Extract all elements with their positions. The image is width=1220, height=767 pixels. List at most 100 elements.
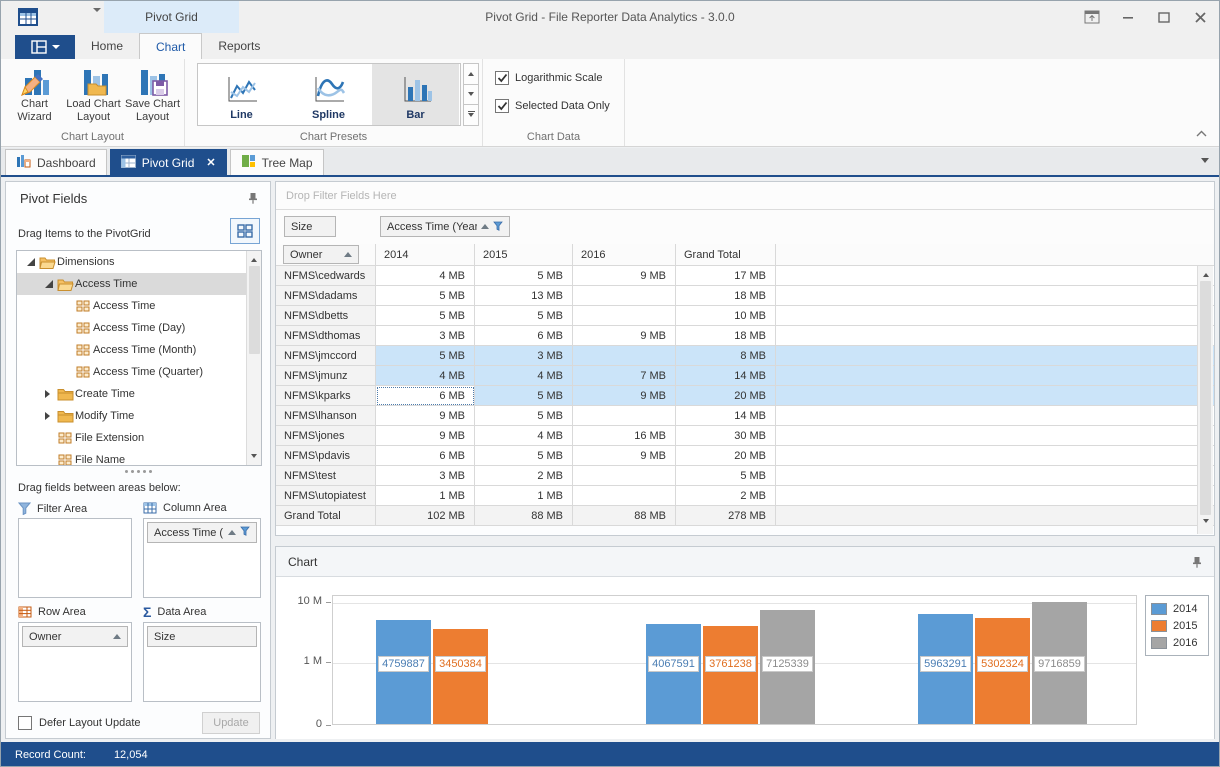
document-tab-dashboard[interactable]: Dashboard bbox=[5, 149, 107, 175]
tree-item-file-name[interactable]: File Name bbox=[17, 449, 261, 466]
quick-access-toolbar-arrow-icon[interactable] bbox=[93, 12, 104, 21]
preset-bar-button[interactable]: Bar bbox=[372, 64, 459, 125]
value-cell[interactable] bbox=[573, 466, 676, 486]
gallery-dropdown-button[interactable] bbox=[463, 105, 479, 126]
tree-item-access-time-month-[interactable]: Access Time (Month) bbox=[17, 339, 261, 361]
value-cell[interactable]: 7 MB bbox=[573, 366, 676, 386]
expand-open-icon[interactable] bbox=[25, 258, 37, 266]
maximize-button[interactable] bbox=[1153, 6, 1175, 28]
value-cell[interactable]: 3 MB bbox=[376, 326, 475, 346]
preset-spline-button[interactable]: Spline bbox=[285, 64, 372, 125]
value-cell[interactable]: 1 MB bbox=[376, 486, 475, 506]
value-cell[interactable]: 14 MB bbox=[676, 406, 776, 426]
pin-icon[interactable] bbox=[1192, 556, 1202, 571]
scroll-up-icon[interactable] bbox=[1198, 266, 1213, 281]
value-cell[interactable]: 14 MB bbox=[676, 366, 776, 386]
chart-bar-2014[interactable] bbox=[376, 620, 431, 724]
chart-bar-2014[interactable] bbox=[646, 624, 701, 724]
expand-closed-icon[interactable] bbox=[43, 412, 55, 420]
row-header-cell[interactable]: NFMS\jmunz bbox=[276, 366, 376, 386]
value-cell[interactable]: 10 MB bbox=[676, 306, 776, 326]
value-cell[interactable]: 18 MB bbox=[676, 286, 776, 306]
value-cell[interactable]: 18 MB bbox=[676, 326, 776, 346]
application-menu-button[interactable] bbox=[15, 35, 75, 59]
chart-bar-2015[interactable] bbox=[433, 629, 488, 724]
value-cell[interactable]: 3 MB bbox=[376, 466, 475, 486]
row-header-cell[interactable]: NFMS\test bbox=[276, 466, 376, 486]
value-cell[interactable]: 88 MB bbox=[573, 506, 676, 526]
checkbox-selected-data-only[interactable]: Selected Data Only bbox=[495, 99, 610, 113]
panel-splitter[interactable] bbox=[6, 470, 270, 473]
filter-drop-zone[interactable]: Drop Filter Fields Here bbox=[276, 182, 1214, 210]
field-list-layout-button[interactable] bbox=[230, 218, 260, 244]
row-header-cell[interactable]: Grand Total bbox=[276, 506, 376, 526]
ribbon-tab-home[interactable]: Home bbox=[75, 33, 139, 59]
field-chip-owner[interactable]: Owner bbox=[22, 626, 128, 647]
row-header-cell[interactable]: NFMS\kparks bbox=[276, 386, 376, 406]
value-cell[interactable]: 5 MB bbox=[676, 466, 776, 486]
row-header-cell[interactable]: NFMS\lhanson bbox=[276, 406, 376, 426]
value-cell[interactable]: 2 MB bbox=[676, 486, 776, 506]
field-chip-access-time-[interactable]: Access Time (... bbox=[147, 522, 257, 543]
filter-icon[interactable] bbox=[240, 526, 250, 540]
value-cell[interactable]: 278 MB bbox=[676, 506, 776, 526]
row-header-cell[interactable]: NFMS\cedwards bbox=[276, 266, 376, 286]
value-cell[interactable] bbox=[573, 286, 676, 306]
column-header-cell[interactable]: 2015 bbox=[475, 244, 573, 266]
value-cell[interactable] bbox=[573, 486, 676, 506]
scroll-up-icon[interactable] bbox=[247, 251, 261, 266]
value-cell[interactable]: 5 MB bbox=[475, 386, 573, 406]
row-header-cell[interactable]: NFMS\dbetts bbox=[276, 306, 376, 326]
load-chart-layout-button[interactable]: Load Chart Layout bbox=[64, 62, 123, 124]
value-cell[interactable]: 8 MB bbox=[676, 346, 776, 366]
tree-item-access-time[interactable]: Access Time bbox=[17, 295, 261, 317]
column-area-box[interactable]: Access Time (... bbox=[143, 518, 261, 598]
value-cell[interactable]: 2 MB bbox=[475, 466, 573, 486]
grid-vertical-scrollbar[interactable] bbox=[1197, 266, 1213, 534]
checkbox-logarithmic-scale[interactable]: Logarithmic Scale bbox=[495, 71, 602, 85]
row-header-cell[interactable]: NFMS\dthomas bbox=[276, 326, 376, 346]
data-field-chip[interactable]: Size bbox=[284, 216, 336, 237]
close-button[interactable] bbox=[1189, 6, 1211, 28]
chart-wizard-button[interactable]: Chart Wizard bbox=[5, 62, 64, 124]
value-cell[interactable]: 9 MB bbox=[376, 406, 475, 426]
value-cell[interactable]: 88 MB bbox=[475, 506, 573, 526]
row-header-cell[interactable]: NFMS\dadams bbox=[276, 286, 376, 306]
expand-closed-icon[interactable] bbox=[43, 390, 55, 398]
value-cell[interactable]: 4 MB bbox=[475, 426, 573, 446]
value-cell[interactable]: 5 MB bbox=[376, 306, 475, 326]
document-tab-tree-map[interactable]: Tree Map bbox=[230, 149, 324, 175]
column-header-cell[interactable]: Grand Total bbox=[676, 244, 776, 266]
value-cell[interactable] bbox=[573, 346, 676, 366]
collapse-ribbon-icon[interactable] bbox=[1196, 128, 1207, 140]
value-cell[interactable]: 6 MB bbox=[376, 386, 475, 406]
row-header-cell[interactable]: NFMS\pdavis bbox=[276, 446, 376, 466]
value-cell[interactable]: 20 MB bbox=[676, 446, 776, 466]
tree-item-dimensions[interactable]: Dimensions bbox=[17, 251, 261, 273]
filter-icon[interactable] bbox=[493, 221, 503, 232]
tree-item-create-time[interactable]: Create Time bbox=[17, 383, 261, 405]
value-cell[interactable]: 9 MB bbox=[376, 426, 475, 446]
chart-bar-2015[interactable] bbox=[703, 626, 758, 724]
value-cell[interactable]: 5 MB bbox=[376, 286, 475, 306]
scroll-down-icon[interactable] bbox=[247, 450, 261, 465]
close-tab-icon[interactable]: ✕ bbox=[206, 156, 215, 169]
tree-item-access-time-day-[interactable]: Access Time (Day) bbox=[17, 317, 261, 339]
preset-line-button[interactable]: Line bbox=[198, 64, 285, 125]
tab-list-dropdown-icon[interactable] bbox=[1201, 158, 1209, 167]
row-header-cell[interactable]: NFMS\jones bbox=[276, 426, 376, 446]
field-chip-size[interactable]: Size bbox=[147, 626, 257, 647]
ribbon-tab-chart[interactable]: Chart bbox=[139, 33, 202, 59]
value-cell[interactable]: 102 MB bbox=[376, 506, 475, 526]
gallery-scroll-down-button[interactable] bbox=[463, 85, 479, 106]
expand-open-icon[interactable] bbox=[43, 280, 55, 288]
scroll-thumb[interactable] bbox=[1200, 281, 1211, 515]
value-cell[interactable]: 9 MB bbox=[573, 266, 676, 286]
update-button[interactable]: Update bbox=[202, 712, 260, 734]
value-cell[interactable]: 4 MB bbox=[475, 366, 573, 386]
value-cell[interactable]: 5 MB bbox=[376, 346, 475, 366]
value-cell[interactable]: 6 MB bbox=[376, 446, 475, 466]
row-field-chip[interactable]: Owner bbox=[283, 245, 359, 264]
tree-item-access-time[interactable]: Access Time bbox=[17, 273, 261, 295]
data-area-box[interactable]: Size bbox=[143, 622, 261, 702]
